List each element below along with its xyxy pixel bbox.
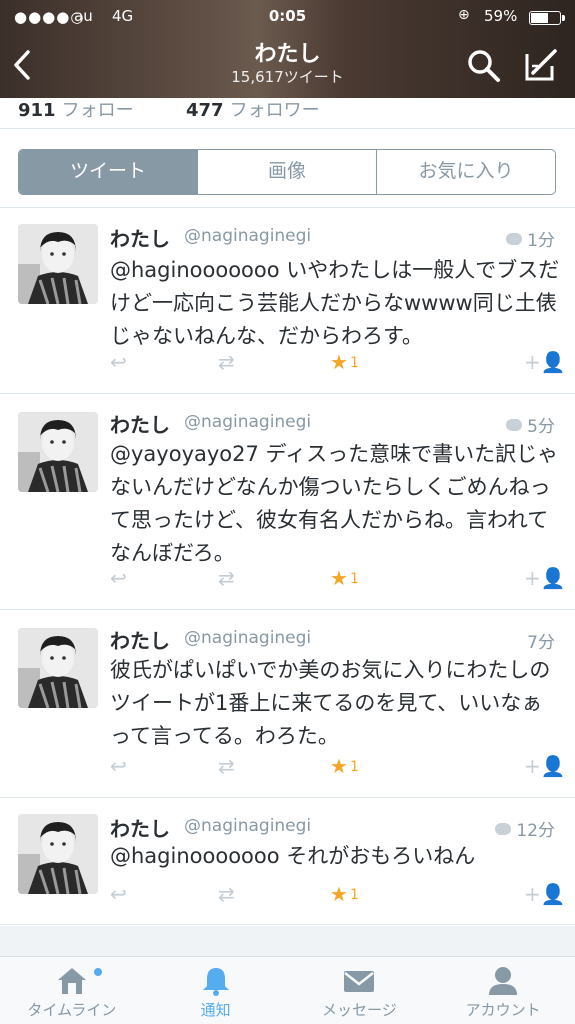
tweet-time: 7分	[527, 633, 555, 653]
retweet-icon[interactable]: ⇄	[218, 882, 235, 906]
star-icon: ★	[330, 566, 348, 590]
tab-timeline[interactable]: タイムライン	[0, 957, 144, 1024]
tweet-text: @haginooooooo いやわたしは一般人でブスだけど一応向こう芸能人だから…	[110, 258, 560, 348]
tweet-author-handle[interactable]: @naginaginegi	[184, 628, 311, 648]
favorite-button[interactable]: ★ 1	[330, 754, 359, 778]
tweet-actions: ↩ ⇄ ★ 1 +👤	[0, 566, 575, 592]
tab-images[interactable]: 画像	[198, 150, 377, 194]
profile-stats: 911 フォロー 477 フォロワー	[0, 98, 575, 122]
tweet-time: 5分	[527, 417, 555, 437]
divider	[0, 128, 575, 129]
avatar-image	[18, 224, 98, 304]
segmented-control: ツイート 画像 お気に入り	[18, 149, 556, 195]
profile-header: ●●●●○ au 4G 0:05 ⊕ 59% わたし 15,617ツイート	[0, 0, 575, 98]
status-bar: ●●●●○ au 4G 0:05 ⊕ 59%	[0, 6, 575, 28]
tab-tweets[interactable]: ツイート	[19, 150, 198, 194]
tweet-timestamp: 12分	[495, 816, 555, 841]
tweet-item[interactable]: わたし @naginaginegi 7分 彼氏がぱいぱいでか美のお気に入りにわた…	[0, 610, 575, 796]
envelope-icon	[344, 971, 375, 992]
favorite-count: 1	[349, 355, 359, 371]
tab-label: タイムライン	[27, 1001, 117, 1019]
favorite-count: 1	[349, 887, 359, 903]
tweet-text: @yayoyayo27 ディスった意味で書いた訳じゃないんだけどなんか傷ついたら…	[110, 442, 559, 565]
bell-icon	[202, 968, 229, 996]
search-button[interactable]	[466, 48, 502, 84]
home-icon	[57, 968, 86, 994]
list-footer	[0, 926, 575, 956]
tweet-text: @haginooooooo それがおもろいねん	[110, 844, 476, 868]
tab-notifications[interactable]: 通知	[144, 957, 288, 1024]
tweet-author-name[interactable]: わたし	[110, 223, 170, 252]
divider	[0, 924, 575, 925]
tweet-actions: ↩ ⇄ ★ 1 +👤	[0, 882, 575, 908]
avatar[interactable]	[18, 224, 98, 304]
tweet-item[interactable]: わたし @naginaginegi 12分 @haginooooooo それがお…	[0, 798, 575, 924]
retweet-icon[interactable]: ⇄	[218, 566, 235, 590]
follow-user-icon[interactable]: +👤	[524, 882, 566, 906]
followers-count: 477	[186, 100, 224, 121]
tweet-time: 12分	[516, 821, 555, 841]
follow-user-icon[interactable]: +👤	[524, 566, 566, 590]
tweet-time: 1分	[527, 231, 555, 251]
tweet-timestamp: 1分	[506, 226, 555, 251]
tweet-item[interactable]: わたし @naginaginegi 5分 @yayoyayo27 ディスった意味…	[0, 394, 575, 610]
tweet-author-handle[interactable]: @naginaginegi	[184, 226, 311, 246]
reply-icon[interactable]: ↩	[110, 754, 127, 778]
conversation-icon	[506, 233, 523, 245]
unread-dot	[94, 968, 102, 976]
following-count: 911	[18, 100, 56, 121]
search-icon	[468, 50, 500, 82]
tweet-actions: ↩ ⇄ ★ 1 +👤	[0, 350, 575, 376]
tweet-author-handle[interactable]: @naginaginegi	[184, 412, 311, 432]
tab-label: 通知	[200, 1001, 231, 1019]
conversation-icon	[506, 419, 523, 431]
reply-icon[interactable]: ↩	[110, 350, 127, 374]
tab-bar: タイムライン 通知 メッセージ アカウント	[0, 956, 575, 1024]
avatar-image	[18, 628, 98, 708]
following-stat[interactable]: 911 フォロー	[18, 96, 134, 122]
following-label: フォロー	[61, 100, 134, 121]
tab-favorites[interactable]: お気に入り	[377, 150, 555, 194]
follow-user-icon[interactable]: +👤	[524, 754, 566, 778]
reply-icon[interactable]: ↩	[110, 566, 127, 590]
favorite-button[interactable]: ★ 1	[330, 350, 359, 374]
tweet-author-name[interactable]: わたし	[110, 813, 170, 842]
battery-percent: 59%	[484, 7, 518, 25]
star-icon: ★	[330, 882, 348, 906]
tweet-timestamp: 5分	[506, 412, 555, 437]
tab-messages[interactable]: メッセージ	[288, 957, 432, 1024]
rotation-lock-icon: ⊕	[458, 7, 470, 23]
tab-label: メッセージ	[322, 1001, 397, 1019]
compose-button[interactable]	[521, 46, 559, 84]
tab-account[interactable]: アカウント	[431, 957, 575, 1024]
tweet-author-handle[interactable]: @naginaginegi	[184, 816, 311, 836]
retweet-icon[interactable]: ⇄	[218, 350, 235, 374]
tweet-author-name[interactable]: わたし	[110, 625, 170, 654]
tweet-actions: ↩ ⇄ ★ 1 +👤	[0, 754, 575, 780]
person-icon	[489, 967, 518, 995]
retweet-icon[interactable]: ⇄	[218, 754, 235, 778]
avatar[interactable]	[18, 628, 98, 708]
battery-icon	[529, 11, 565, 25]
avatar[interactable]	[18, 412, 98, 492]
tweet-text: 彼氏がぱいぱいでか美のお気に入りにわたしのツイートが1番上に来てるのを見て、いい…	[110, 658, 551, 748]
avatar-image	[18, 412, 98, 492]
favorite-button[interactable]: ★ 1	[330, 566, 359, 590]
star-icon: ★	[330, 350, 348, 374]
tweet-item[interactable]: わたし @naginaginegi 1分 @haginooooooo いやわたし…	[0, 208, 575, 394]
follow-user-icon[interactable]: +👤	[524, 350, 566, 374]
favorite-button[interactable]: ★ 1	[330, 882, 359, 906]
favorite-count: 1	[349, 571, 359, 587]
conversation-icon	[495, 823, 512, 835]
reply-icon[interactable]: ↩	[110, 882, 127, 906]
followers-label: フォロワー	[229, 100, 320, 121]
compose-icon	[525, 49, 557, 81]
tweet-timestamp: 7分	[527, 628, 555, 653]
favorite-count: 1	[349, 759, 359, 775]
followers-stat[interactable]: 477 フォロワー	[186, 96, 320, 122]
star-icon: ★	[330, 754, 348, 778]
tab-label: アカウント	[465, 1001, 541, 1019]
tweet-author-name[interactable]: わたし	[110, 409, 170, 438]
